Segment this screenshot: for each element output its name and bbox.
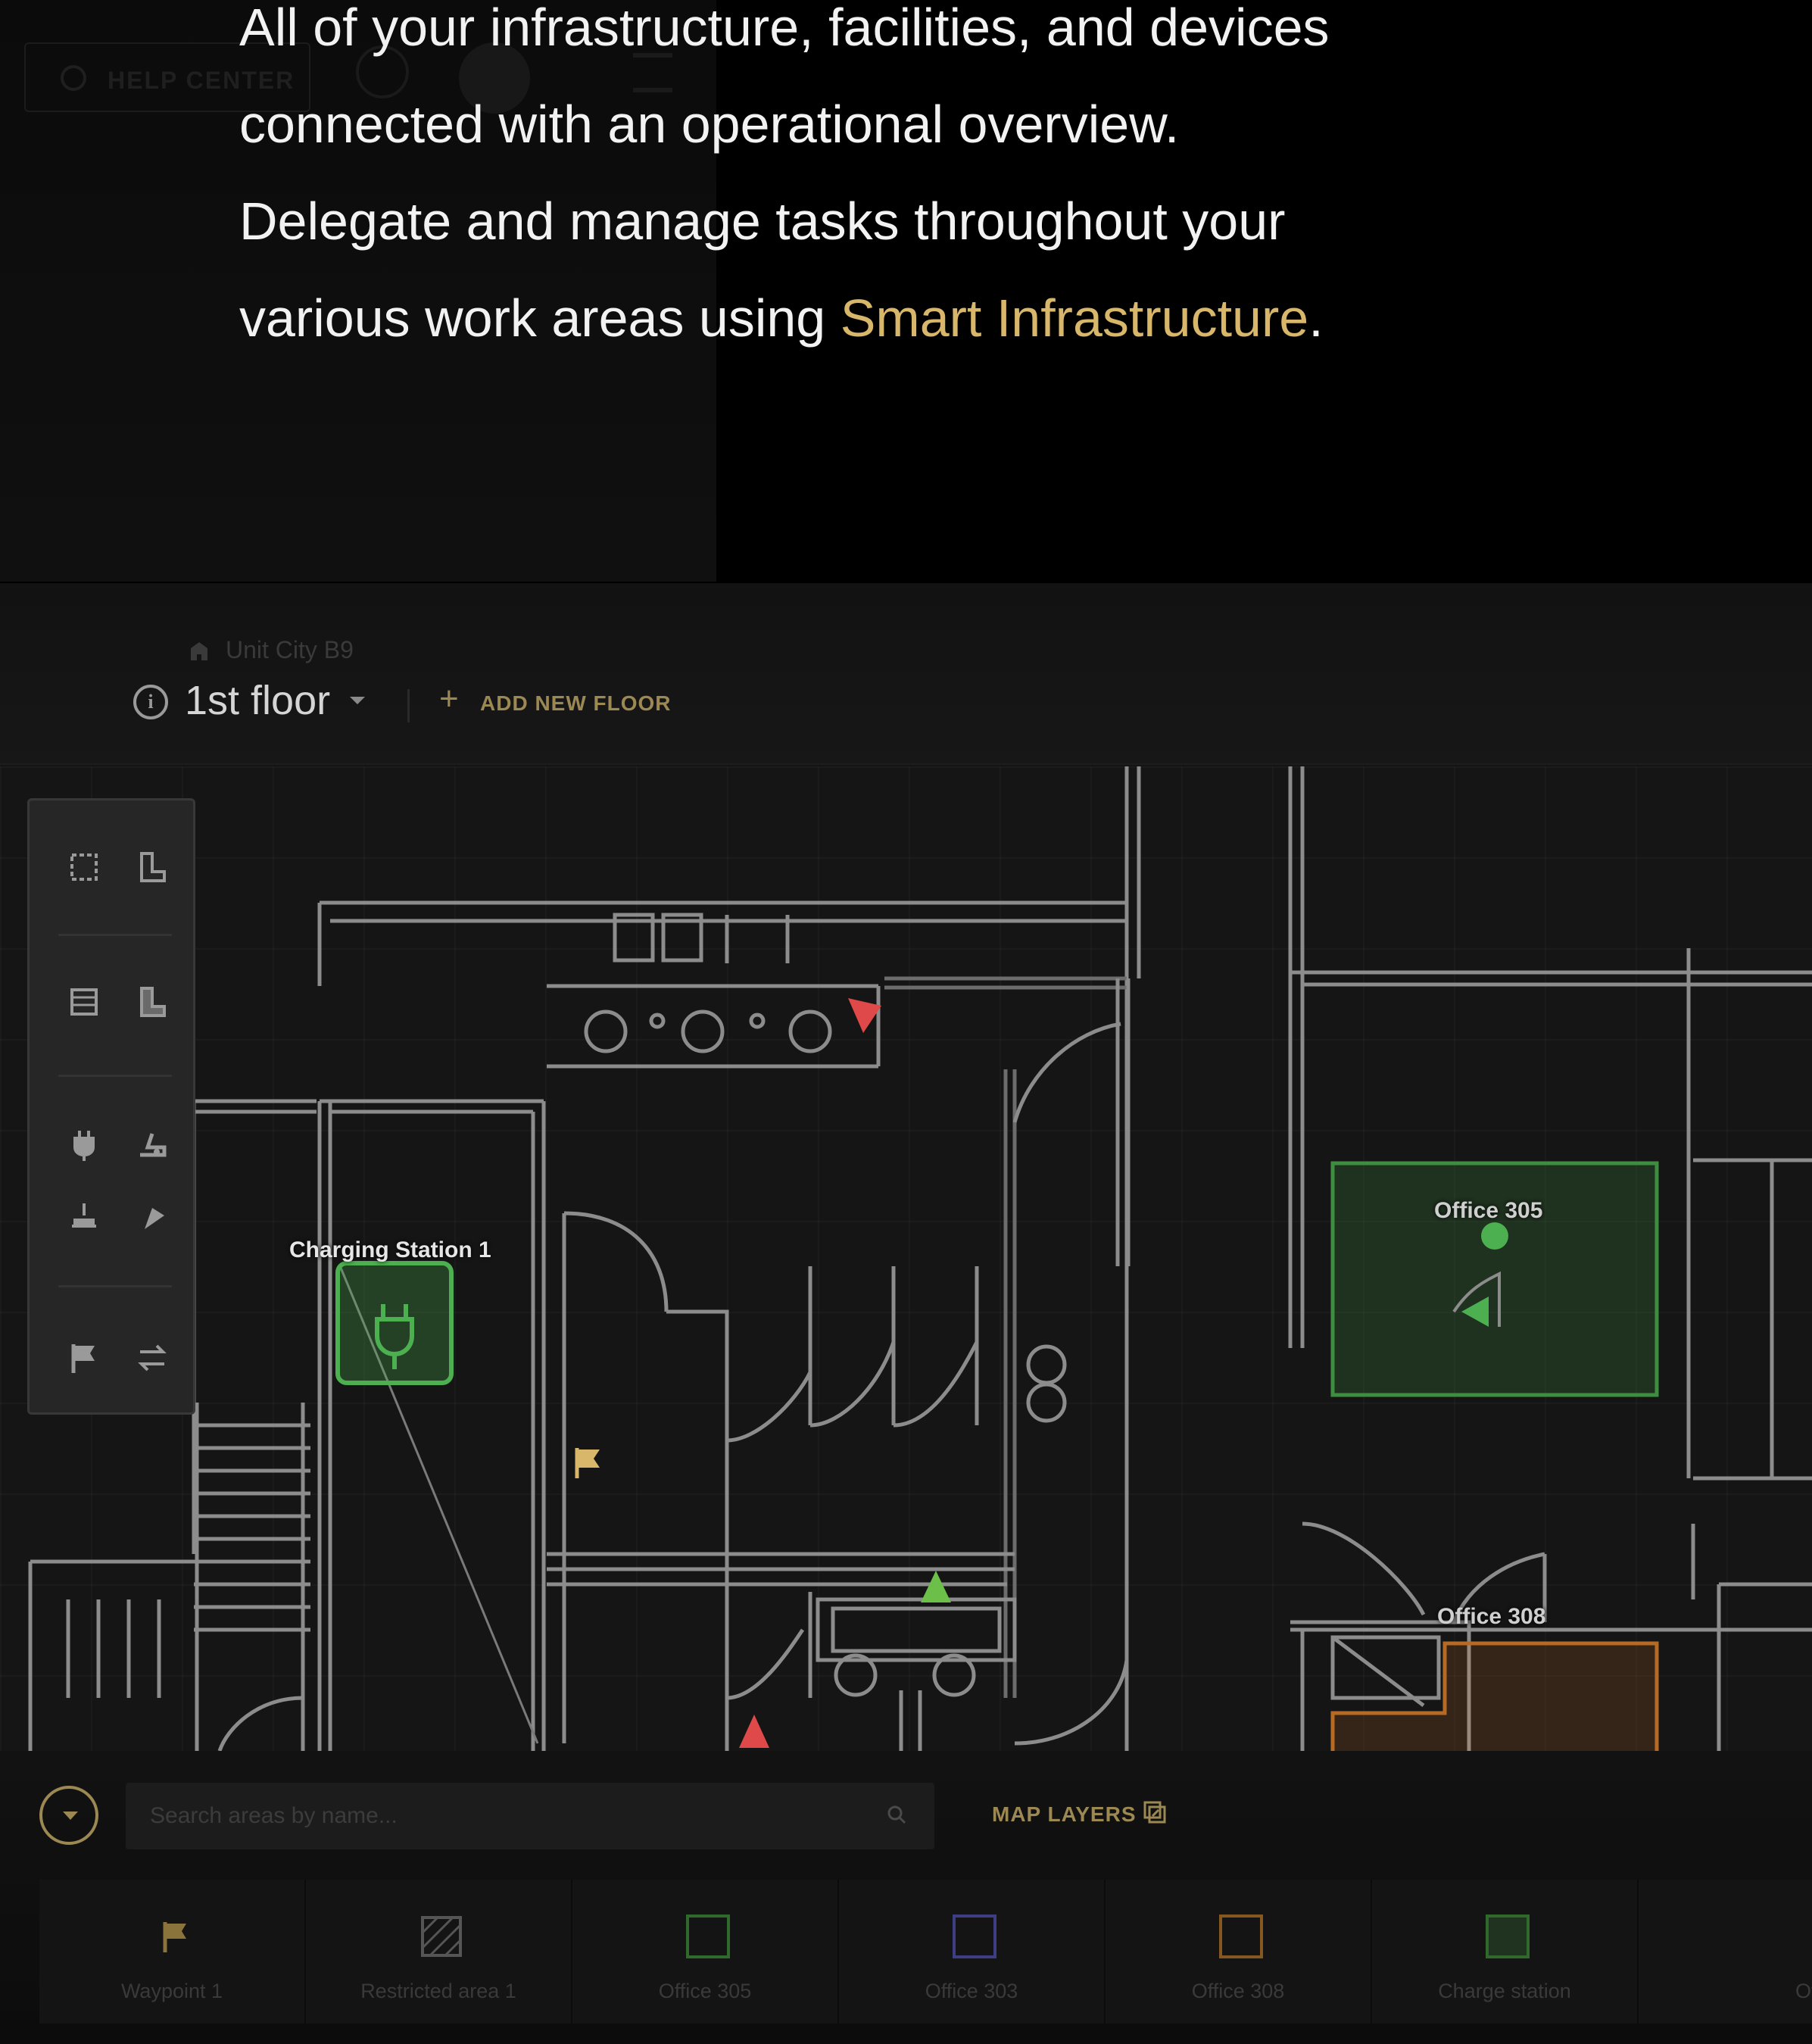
layer-item-charge-station[interactable]: Charge station <box>1372 1880 1639 2024</box>
robot-marker-red-2[interactable] <box>739 1715 769 1748</box>
charging-station-label: Charging Station 1 <box>289 1237 491 1262</box>
waypoint-flag-marker[interactable] <box>575 1448 600 1478</box>
hero-paragraph: All of your infrastructure, facilities, … <box>239 0 1527 367</box>
robot-marker-green[interactable] <box>921 1571 951 1602</box>
add-new-floor-button[interactable]: ADD NEW FLOOR <box>480 691 672 716</box>
route-swap-icon[interactable] <box>129 1335 175 1381</box>
search-icon[interactable] <box>886 1804 907 1825</box>
floor-plan-drawing <box>28 766 1812 1751</box>
floor-selector[interactable]: 1st floor <box>185 677 330 724</box>
help-icon <box>61 65 86 91</box>
layer-item-restricted-area[interactable]: Restricted area 1 <box>306 1880 572 2024</box>
robot-icon[interactable] <box>129 1122 175 1167</box>
chevron-down-icon[interactable] <box>350 697 365 704</box>
hero-line-2: connected with an operational overview. <box>239 95 1180 154</box>
layer-label: Charge station <box>1438 1980 1571 2002</box>
layer-label: Office 308 <box>1191 1980 1285 2002</box>
office-308-label: Office 308 <box>1437 1604 1546 1629</box>
floor-header: Unit City B9 i 1st floor + ADD NEW FLOOR <box>0 583 1812 765</box>
office-305-label: Office 305 <box>1434 1198 1543 1223</box>
hero-line-1: All of your infrastructure, facilities, … <box>239 0 1330 57</box>
layer-item-office-308[interactable]: Office 308 <box>1106 1880 1372 2024</box>
floor-plan-map[interactable]: Charging Station 1 Office 305 <box>0 766 1812 1751</box>
layer-item-office-305[interactable]: Office 305 <box>572 1880 839 2024</box>
hero-line-4-prefix: various work areas using <box>239 289 841 348</box>
layers-icon[interactable] <box>1142 1799 1168 1825</box>
smart-infrastructure-link[interactable]: Smart Infrastructure <box>841 289 1309 348</box>
layer-label: Office 305 <box>658 1980 752 2002</box>
toolbar-divider <box>58 1075 172 1077</box>
bottom-panel: MAP LAYERS Waypoint 1 Restricted area 1 … <box>0 1751 1812 2044</box>
toolbar-divider <box>58 1285 172 1287</box>
search-input[interactable] <box>126 1783 934 1849</box>
layer-item-waypoint[interactable]: Waypoint 1 <box>39 1880 306 2024</box>
layer-item-office[interactable]: Office <box>1639 1880 1812 2024</box>
hero-line-3: Delegate and manage tasks throughout you… <box>239 192 1286 251</box>
restricted-rect-icon[interactable] <box>61 979 107 1025</box>
search-field <box>126 1783 934 1849</box>
drawing-toolbar <box>27 798 195 1415</box>
building-name: Unit City B9 <box>226 636 354 663</box>
map-layers-button[interactable]: MAP LAYERS <box>992 1802 1137 1827</box>
rect-area-icon[interactable] <box>61 844 107 890</box>
hero-line-4-suffix: . <box>1308 289 1324 348</box>
hero-line-4: various work areas using Smart Infrastru… <box>239 270 1527 367</box>
square-swatch-icon <box>953 1914 996 1958</box>
charger-icon <box>1486 1914 1530 1958</box>
restricted-polygon-icon[interactable] <box>129 979 175 1025</box>
charging-station-area[interactable] <box>335 1261 454 1385</box>
waypoint-flag-icon[interactable] <box>61 1335 107 1381</box>
building-icon <box>191 642 207 660</box>
location-pin-icon[interactable] <box>129 1193 175 1238</box>
layer-label: Restricted area 1 <box>360 1980 516 2002</box>
charger-icon[interactable] <box>61 1122 107 1167</box>
toolbar-divider <box>58 934 172 936</box>
layer-label: Office <box>1795 1980 1812 2002</box>
flag-icon <box>163 1922 186 1952</box>
polygon-area-icon[interactable] <box>129 844 175 890</box>
square-swatch-icon <box>686 1914 730 1958</box>
square-swatch-icon <box>1219 1914 1263 1958</box>
layer-list: Waypoint 1 Restricted area 1 Office 305 … <box>39 1880 1812 2044</box>
divider <box>407 689 410 722</box>
robot-marker-red[interactable] <box>848 998 881 1033</box>
layer-label: Office 303 <box>925 1980 1018 2002</box>
plus-icon[interactable]: + <box>439 680 459 718</box>
hatch-area-icon <box>421 1916 462 1957</box>
layer-label: Waypoint 1 <box>120 1980 223 2002</box>
dock-icon[interactable] <box>61 1193 107 1238</box>
info-icon[interactable]: i <box>133 685 168 719</box>
layer-item-office-303[interactable]: Office 303 <box>839 1880 1106 2024</box>
collapse-panel-button[interactable] <box>39 1786 98 1845</box>
